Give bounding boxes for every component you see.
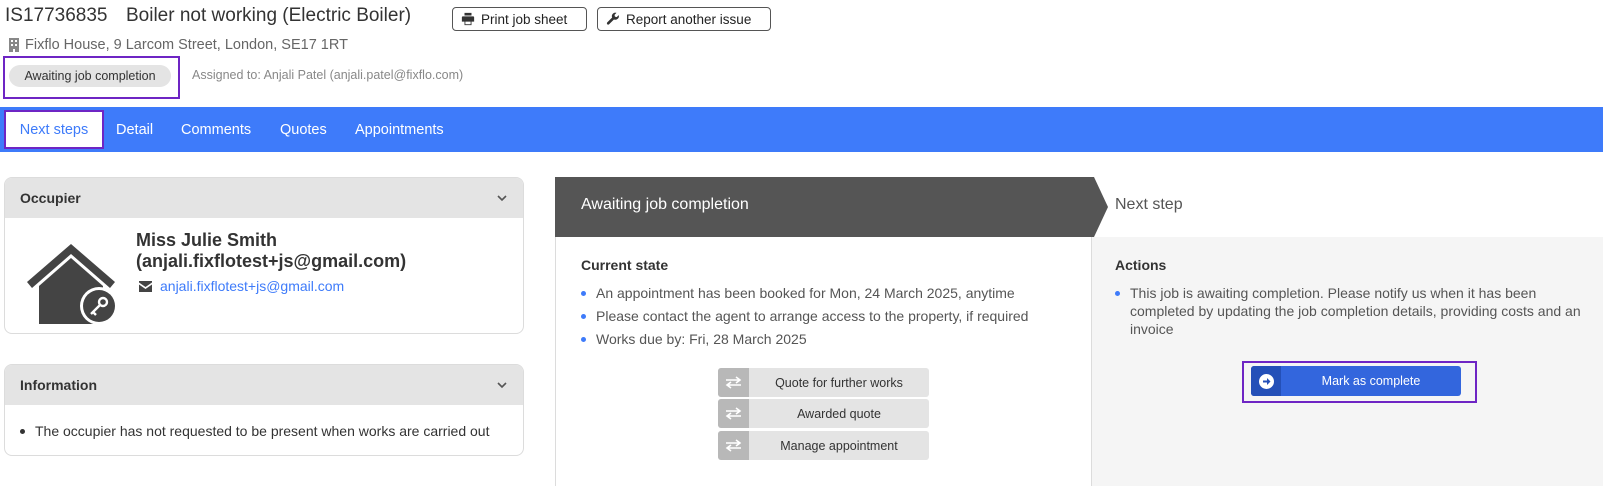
property-address: Fixflo House, 9 Larcom Street, London, S…: [8, 37, 348, 53]
occupier-name-line1: Miss Julie Smith: [136, 230, 278, 250]
report-another-issue-label: Report another issue: [626, 11, 752, 27]
awarded-quote-button[interactable]: Awarded quote: [718, 399, 929, 428]
occupier-card-header[interactable]: Occupier: [5, 178, 523, 218]
occupier-email-link[interactable]: anjali.fixflotest+js@gmail.com: [160, 278, 344, 294]
status-badge: Awaiting job completion: [9, 65, 171, 87]
status-highlight: Awaiting job completion: [3, 56, 180, 99]
print-job-sheet-button[interactable]: Print job sheet: [452, 7, 587, 31]
current-state-section: Current state An appointment has been bo…: [555, 237, 1092, 486]
quote-further-works-button[interactable]: Quote for further works: [718, 368, 929, 397]
assigned-to: Assigned to: Anjali Patel (anjali.patel@…: [192, 68, 464, 82]
occupier-heading: Occupier: [20, 190, 81, 206]
workflow-panel: Awaiting job completion Next step Curren…: [555, 177, 1603, 486]
actions-item: This job is awaiting completion. Please …: [1115, 284, 1595, 338]
swap-arrows-icon: [718, 368, 749, 397]
mark-as-complete-button[interactable]: Mark as complete: [1251, 366, 1461, 396]
information-card: Information The occupier has not request…: [4, 364, 524, 456]
current-state-item: Please contact the agent to arrange acce…: [580, 308, 1029, 324]
information-heading: Information: [20, 377, 97, 393]
occupier-card: Occupier Miss Julie Smith (anjali.fixflo…: [4, 177, 524, 334]
occupier-name-line2: (anjali.fixflotest+js@gmail.com): [136, 251, 407, 271]
quote-further-works-label: Quote for further works: [775, 375, 903, 390]
arrow-circle-right-icon: [1251, 366, 1281, 396]
job-header: IS17736835 Boiler not working (Electric …: [0, 0, 1603, 107]
manage-appointment-button[interactable]: Manage appointment: [718, 431, 929, 460]
current-state-label: Current state: [581, 257, 669, 273]
awarded-quote-label: Awarded quote: [797, 406, 881, 421]
tab-bar: Next steps Detail Comments Quotes Appoin…: [0, 107, 1603, 152]
tab-detail[interactable]: Detail: [116, 107, 153, 152]
actions-label: Actions: [1115, 257, 1167, 273]
current-state-item: An appointment has been booked for Mon, …: [581, 285, 1015, 301]
house-key-icon: [27, 244, 118, 325]
mark-as-complete-label: Mark as complete: [1321, 374, 1421, 388]
swap-arrows-icon: [718, 399, 749, 428]
occupier-name: Miss Julie Smith (anjali.fixflotest+js@g…: [136, 230, 506, 272]
information-item: The occupier has not requested to be pre…: [20, 423, 489, 439]
next-step-title: Next step: [1115, 196, 1183, 213]
job-id: IS17736835: [5, 5, 108, 26]
bullet-dot: [20, 429, 25, 434]
chevron-down-icon: [497, 382, 507, 389]
tab-highlight: Next steps: [4, 110, 104, 149]
address-text: Fixflo House, 9 Larcom Street, London, S…: [25, 37, 348, 53]
printer-icon: [461, 12, 475, 26]
occupier-email: anjali.fixflotest+js@gmail.com: [139, 278, 344, 294]
mark-complete-highlight: Mark as complete: [1242, 361, 1477, 403]
report-another-issue-button[interactable]: Report another issue: [597, 7, 771, 31]
tab-appointments[interactable]: Appointments: [355, 107, 444, 152]
current-step-title: Awaiting job completion: [581, 196, 749, 213]
manage-appointment-label: Manage appointment: [780, 438, 898, 453]
swap-arrows-icon: [718, 431, 749, 460]
tab-comments[interactable]: Comments: [181, 107, 251, 152]
building-icon: [9, 38, 19, 52]
chevron-down-icon: [497, 195, 507, 202]
tab-next-steps[interactable]: Next steps: [6, 112, 102, 147]
print-job-sheet-label: Print job sheet: [481, 11, 568, 27]
step-arrow: [1094, 177, 1108, 237]
information-card-header[interactable]: Information: [5, 365, 523, 405]
job-title: Boiler not working (Electric Boiler): [126, 5, 412, 26]
envelope-icon: [139, 280, 152, 292]
current-state-item: Works due by: Fri, 28 March 2025: [581, 331, 807, 347]
tab-quotes[interactable]: Quotes: [280, 107, 327, 152]
wrench-icon: [606, 12, 619, 25]
information-text: The occupier has not requested to be pre…: [35, 423, 490, 439]
